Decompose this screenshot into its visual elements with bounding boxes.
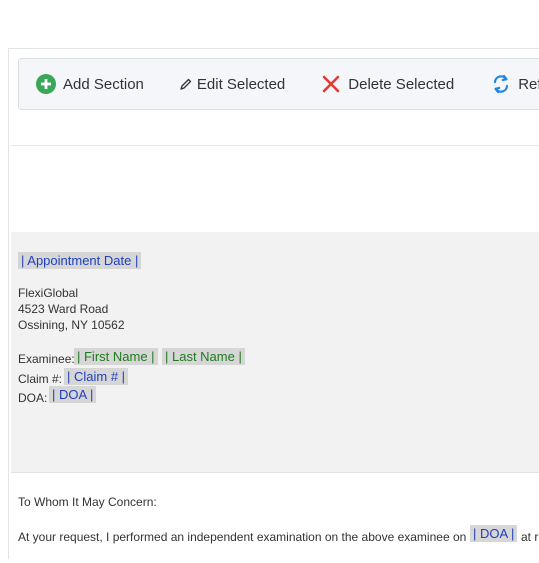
edit-selected-button[interactable]: Edit Selected <box>179 59 285 109</box>
address-line-2: 4523 Ward Road <box>18 302 109 316</box>
close-x-icon <box>322 75 340 93</box>
doa-label: DOA: <box>18 391 48 405</box>
appointment-date-field: | Appointment Date | <box>18 252 142 269</box>
salutation: To Whom It May Concern: <box>18 495 157 509</box>
body-paragraph-continuation: at r <box>521 530 539 544</box>
plus-circle-icon <box>36 74 56 94</box>
add-section-button[interactable]: Add Section <box>36 59 144 109</box>
body-doa-field: | DOA | <box>470 525 518 542</box>
refresh-label: Refr <box>518 75 539 93</box>
last-name-field: | Last Name | <box>162 348 245 365</box>
edit-selected-label: Edit Selected <box>196 75 286 93</box>
examinee-label: Examinee: <box>18 352 75 366</box>
add-section-label: Add Section <box>63 75 144 93</box>
letter-body-section[interactable]: To Whom It May Concern: At your request,… <box>11 473 539 563</box>
pencil-icon <box>179 78 192 91</box>
empty-section[interactable] <box>11 146 539 232</box>
first-name-field: | First Name | <box>74 348 158 365</box>
delete-selected-label: Delete Selected <box>348 75 455 93</box>
refresh-icon <box>492 73 510 95</box>
address-line-1: FlexiGlobal <box>18 286 79 300</box>
letter-header-section[interactable]: | Appointment Date | FlexiGlobal 4523 Wa… <box>11 232 539 473</box>
claim-label: Claim #: <box>18 372 63 386</box>
body-paragraph: At your request, I performed an independ… <box>18 530 467 544</box>
refresh-button[interactable]: Refr <box>492 59 539 109</box>
claim-number-field: | Claim # | <box>64 368 129 385</box>
address-line-3: Ossining, NY 10562 <box>18 318 125 332</box>
doa-field: | DOA | <box>49 386 97 403</box>
delete-selected-button[interactable]: Delete Selected <box>322 59 454 109</box>
toolbar: Add Section Edit Selected Delete Selecte… <box>18 58 539 110</box>
document-editor-panel: Add Section Edit Selected Delete Selecte… <box>8 48 539 563</box>
